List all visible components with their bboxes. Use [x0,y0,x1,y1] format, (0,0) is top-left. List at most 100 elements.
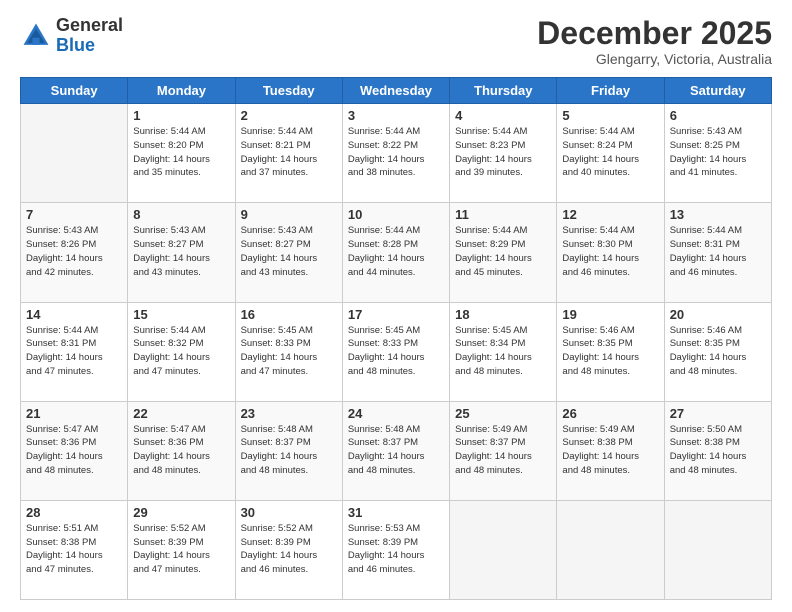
calendar-cell [450,500,557,599]
cell-info: Sunrise: 5:45 AM Sunset: 8:33 PM Dayligh… [348,324,444,379]
calendar-cell: 31 Sunrise: 5:53 AM Sunset: 8:39 PM Dayli… [342,500,449,599]
day-number: 19 [562,307,658,322]
calendar-cell: 3Sunrise: 5:44 AM Sunset: 8:22 PM Daylig… [342,104,449,203]
day-number: 13 [670,207,766,222]
day-number: 8 [133,207,229,222]
cell-info: Sunrise: 5:48 AM Sunset: 8:37 PM Dayligh… [348,423,444,478]
cell-info: Sunrise: 5:43 AM Sunset: 8:25 PM Dayligh… [670,125,766,180]
day-number: 6 [670,108,766,123]
cell-info: Sunrise: 5:44 AM Sunset: 8:28 PM Dayligh… [348,224,444,279]
day-number: 7 [26,207,122,222]
calendar-table: SundayMondayTuesdayWednesdayThursdayFrid… [20,77,772,600]
logo-general: General [56,15,123,35]
cell-info: Sunrise: 5:46 AM Sunset: 8:35 PM Dayligh… [670,324,766,379]
weekday-header-monday: Monday [128,78,235,104]
weekday-header-thursday: Thursday [450,78,557,104]
calendar-cell: 5Sunrise: 5:44 AM Sunset: 8:24 PM Daylig… [557,104,664,203]
day-number: 3 [348,108,444,123]
day-number: 30 [241,505,337,520]
calendar-cell: 19 Sunrise: 5:46 AM Sunset: 8:35 PM Dayli… [557,302,664,401]
weekday-header-friday: Friday [557,78,664,104]
calendar-cell: 10 Sunrise: 5:44 AM Sunset: 8:28 PM Dayli… [342,203,449,302]
day-number: 28 [26,505,122,520]
calendar-cell [664,500,771,599]
header: General Blue December 2025 Glengarry, Vi… [20,16,772,67]
calendar-cell: 7Sunrise: 5:43 AM Sunset: 8:26 PM Daylig… [21,203,128,302]
day-number: 24 [348,406,444,421]
logo-blue: Blue [56,35,95,55]
day-number: 18 [455,307,551,322]
calendar-cell: 11Sunrise: 5:44 AM Sunset: 8:29 PM Dayli… [450,203,557,302]
calendar-cell [21,104,128,203]
calendar-cell: 9Sunrise: 5:43 AM Sunset: 8:27 PM Daylig… [235,203,342,302]
cell-info: Sunrise: 5:53 AM Sunset: 8:39 PM Dayligh… [348,522,444,577]
calendar-cell: 1Sunrise: 5:44 AM Sunset: 8:20 PM Daylig… [128,104,235,203]
weekday-header-saturday: Saturday [664,78,771,104]
day-number: 10 [348,207,444,222]
day-number: 4 [455,108,551,123]
cell-info: Sunrise: 5:46 AM Sunset: 8:35 PM Dayligh… [562,324,658,379]
day-number: 14 [26,307,122,322]
calendar-cell: 6 Sunrise: 5:43 AM Sunset: 8:25 PM Daylig… [664,104,771,203]
calendar-cell: 22Sunrise: 5:47 AM Sunset: 8:36 PM Dayli… [128,401,235,500]
cell-info: Sunrise: 5:45 AM Sunset: 8:33 PM Dayligh… [241,324,337,379]
calendar-cell: 12 Sunrise: 5:44 AM Sunset: 8:30 PM Dayli… [557,203,664,302]
day-number: 23 [241,406,337,421]
calendar-cell: 13 Sunrise: 5:44 AM Sunset: 8:31 PM Dayli… [664,203,771,302]
calendar-cell: 25Sunrise: 5:49 AM Sunset: 8:37 PM Dayli… [450,401,557,500]
day-number: 29 [133,505,229,520]
cell-info: Sunrise: 5:52 AM Sunset: 8:39 PM Dayligh… [241,522,337,577]
day-number: 12 [562,207,658,222]
calendar-cell: 29 Sunrise: 5:52 AM Sunset: 8:39 PM Dayli… [128,500,235,599]
day-number: 15 [133,307,229,322]
cell-info: Sunrise: 5:51 AM Sunset: 8:38 PM Dayligh… [26,522,122,577]
calendar-cell: 2Sunrise: 5:44 AM Sunset: 8:21 PM Daylig… [235,104,342,203]
page: General Blue December 2025 Glengarry, Vi… [0,0,792,612]
week-row-1: 1Sunrise: 5:44 AM Sunset: 8:20 PM Daylig… [21,104,772,203]
calendar-cell: 26Sunrise: 5:49 AM Sunset: 8:38 PM Dayli… [557,401,664,500]
logo-icon [20,20,52,52]
cell-info: Sunrise: 5:47 AM Sunset: 8:36 PM Dayligh… [133,423,229,478]
calendar-cell: 23Sunrise: 5:48 AM Sunset: 8:37 PM Dayli… [235,401,342,500]
calendar-cell: 16 Sunrise: 5:45 AM Sunset: 8:33 PM Dayli… [235,302,342,401]
cell-info: Sunrise: 5:47 AM Sunset: 8:36 PM Dayligh… [26,423,122,478]
cell-info: Sunrise: 5:44 AM Sunset: 8:23 PM Dayligh… [455,125,551,180]
calendar-cell: 24 Sunrise: 5:48 AM Sunset: 8:37 PM Dayli… [342,401,449,500]
calendar-cell: 15 Sunrise: 5:44 AM Sunset: 8:32 PM Dayli… [128,302,235,401]
day-number: 31 [348,505,444,520]
calendar-cell: 21 Sunrise: 5:47 AM Sunset: 8:36 PM Dayli… [21,401,128,500]
calendar-cell: 27 Sunrise: 5:50 AM Sunset: 8:38 PM Dayli… [664,401,771,500]
calendar-cell: 14 Sunrise: 5:44 AM Sunset: 8:31 PM Dayli… [21,302,128,401]
day-number: 27 [670,406,766,421]
day-number: 2 [241,108,337,123]
location: Glengarry, Victoria, Australia [537,51,772,67]
cell-info: Sunrise: 5:44 AM Sunset: 8:30 PM Dayligh… [562,224,658,279]
cell-info: Sunrise: 5:45 AM Sunset: 8:34 PM Dayligh… [455,324,551,379]
cell-info: Sunrise: 5:52 AM Sunset: 8:39 PM Dayligh… [133,522,229,577]
cell-info: Sunrise: 5:50 AM Sunset: 8:38 PM Dayligh… [670,423,766,478]
day-number: 20 [670,307,766,322]
cell-info: Sunrise: 5:43 AM Sunset: 8:27 PM Dayligh… [241,224,337,279]
calendar-cell: 8 Sunrise: 5:43 AM Sunset: 8:27 PM Daylig… [128,203,235,302]
cell-info: Sunrise: 5:44 AM Sunset: 8:20 PM Dayligh… [133,125,229,180]
calendar-cell: 4 Sunrise: 5:44 AM Sunset: 8:23 PM Daylig… [450,104,557,203]
calendar-cell: 18 Sunrise: 5:45 AM Sunset: 8:34 PM Dayli… [450,302,557,401]
weekday-header-row: SundayMondayTuesdayWednesdayThursdayFrid… [21,78,772,104]
week-row-5: 28 Sunrise: 5:51 AM Sunset: 8:38 PM Dayli… [21,500,772,599]
cell-info: Sunrise: 5:43 AM Sunset: 8:27 PM Dayligh… [133,224,229,279]
week-row-4: 21 Sunrise: 5:47 AM Sunset: 8:36 PM Dayli… [21,401,772,500]
cell-info: Sunrise: 5:44 AM Sunset: 8:31 PM Dayligh… [670,224,766,279]
day-number: 16 [241,307,337,322]
calendar-cell [557,500,664,599]
cell-info: Sunrise: 5:44 AM Sunset: 8:31 PM Dayligh… [26,324,122,379]
day-number: 5 [562,108,658,123]
week-row-3: 14 Sunrise: 5:44 AM Sunset: 8:31 PM Dayli… [21,302,772,401]
day-number: 21 [26,406,122,421]
cell-info: Sunrise: 5:44 AM Sunset: 8:32 PM Dayligh… [133,324,229,379]
weekday-header-wednesday: Wednesday [342,78,449,104]
calendar-cell: 28 Sunrise: 5:51 AM Sunset: 8:38 PM Dayli… [21,500,128,599]
calendar-cell: 17Sunrise: 5:45 AM Sunset: 8:33 PM Dayli… [342,302,449,401]
month-title: December 2025 [537,16,772,51]
weekday-header-tuesday: Tuesday [235,78,342,104]
calendar-cell: 20 Sunrise: 5:46 AM Sunset: 8:35 PM Dayli… [664,302,771,401]
